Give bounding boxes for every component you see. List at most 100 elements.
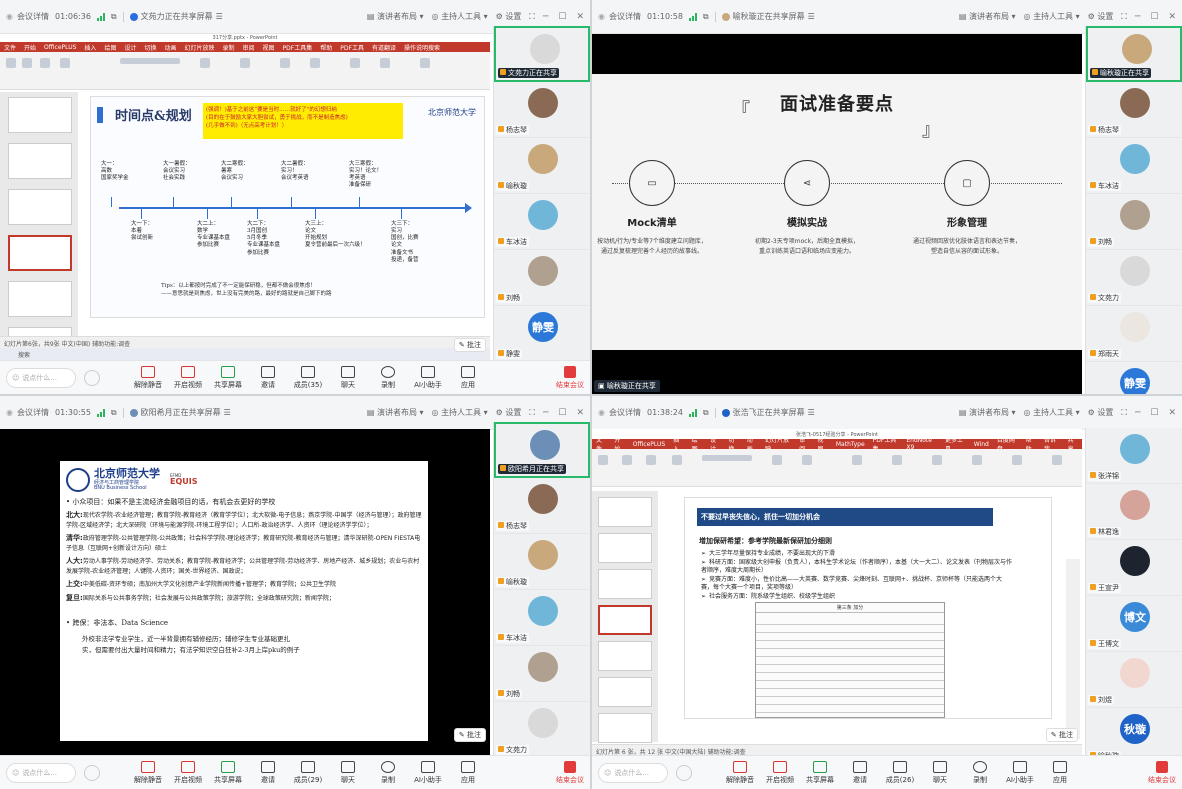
- share-link-icon[interactable]: ⧉: [703, 408, 709, 418]
- participant-tile[interactable]: 喻秋璇: [494, 534, 590, 590]
- slide-thumbnail[interactable]: [8, 281, 72, 317]
- invite-button[interactable]: 邀请: [840, 760, 880, 785]
- share-screen-button[interactable]: 共享屏幕: [800, 760, 840, 785]
- start-video-button[interactable]: 开启视频: [168, 365, 208, 390]
- share-link-icon[interactable]: ⧉: [111, 12, 117, 22]
- maximize-icon[interactable]: ☐: [1150, 408, 1158, 418]
- participant-tile[interactable]: 杨志琴: [1086, 82, 1182, 138]
- meeting-details[interactable]: ◉ 会议详情: [6, 407, 49, 418]
- participant-tile[interactable]: 王宣尹: [1086, 540, 1182, 596]
- participant-tile[interactable]: 车冰洁: [494, 590, 590, 646]
- participant-tile[interactable]: 车冰洁: [494, 194, 590, 250]
- share-link-icon[interactable]: ⧉: [111, 408, 117, 418]
- share-screen-button[interactable]: 共享屏幕: [208, 365, 248, 390]
- record-button[interactable]: 录制: [960, 760, 1000, 785]
- invite-button[interactable]: 邀请: [248, 760, 288, 785]
- settings-button[interactable]: ⚙ 设置: [496, 407, 522, 418]
- meeting-details[interactable]: ◉ 会议详情: [598, 11, 641, 22]
- ppt-menu-item[interactable]: 动画: [164, 43, 176, 52]
- fullscreen-icon[interactable]: ⛶: [529, 12, 535, 22]
- slide-thumbnail[interactable]: [598, 533, 652, 563]
- participant-tile[interactable]: 刘煜: [1086, 652, 1182, 708]
- ppt-menu-item[interactable]: 开始: [24, 43, 36, 52]
- close-icon[interactable]: ✕: [576, 12, 584, 22]
- slide-thumbnail[interactable]: [598, 497, 652, 527]
- minimize-icon[interactable]: ─: [1135, 12, 1140, 22]
- settings-button[interactable]: ⚙ 设置: [496, 11, 522, 22]
- host-tools-button[interactable]: ◎ 主持人工具 ▾: [1024, 11, 1080, 22]
- maximize-icon[interactable]: ☐: [558, 12, 566, 22]
- fullscreen-icon[interactable]: ⛶: [1121, 12, 1127, 22]
- maximize-icon[interactable]: ☐: [1150, 12, 1158, 22]
- close-icon[interactable]: ✕: [1168, 408, 1176, 418]
- participant-tile[interactable]: 文苑力正在共享: [494, 26, 590, 82]
- ppt-menu-item[interactable]: 幻灯片放映: [185, 43, 215, 52]
- start-video-button[interactable]: 开启视频: [168, 760, 208, 785]
- share-screen-button[interactable]: 共享屏幕: [208, 760, 248, 785]
- slide-thumbnail[interactable]: [8, 189, 72, 225]
- chat-quick-input[interactable]: ☺ 说点什么...: [6, 367, 76, 388]
- chat-quick-input[interactable]: ☺ 说点什么...: [598, 762, 668, 783]
- end-meeting-button[interactable]: 结束会议: [1148, 760, 1176, 785]
- meeting-details[interactable]: ◉ 会议详情: [6, 11, 49, 22]
- participant-tile[interactable]: 杨志琴: [494, 82, 590, 138]
- apps-button[interactable]: 应用: [1040, 760, 1080, 785]
- members-button[interactable]: 成员(35): [288, 365, 328, 390]
- participant-tile[interactable]: 静雯静雯: [1086, 362, 1182, 394]
- participant-tile[interactable]: 车冰洁: [1086, 138, 1182, 194]
- participant-tile[interactable]: 文苑力: [1086, 250, 1182, 306]
- ppt-menu-item[interactable]: 录制: [223, 43, 235, 52]
- members-button[interactable]: 成员(26): [880, 760, 920, 785]
- slide-thumbnail[interactable]: [8, 235, 72, 271]
- members-button[interactable]: 成员(29): [288, 760, 328, 785]
- slide-thumbnail[interactable]: [598, 677, 652, 707]
- ppt-menu-item[interactable]: PDF工具集: [283, 43, 313, 52]
- participant-tile[interactable]: 刘畅: [1086, 194, 1182, 250]
- ppt-menu-item[interactable]: 审阅: [243, 43, 255, 52]
- ppt-menu-item[interactable]: 有道翻译: [372, 43, 396, 52]
- chat-button[interactable]: 聊天: [328, 760, 368, 785]
- raise-hand-icon[interactable]: [676, 764, 692, 781]
- settings-button[interactable]: ⚙ 设置: [1088, 407, 1114, 418]
- maximize-icon[interactable]: ☐: [558, 408, 566, 418]
- fullscreen-icon[interactable]: ⛶: [529, 408, 535, 418]
- ppt-menu-item[interactable]: OfficePLUS: [633, 441, 665, 448]
- participant-tile[interactable]: 郑雨天: [1086, 306, 1182, 362]
- annotate-button[interactable]: ✎ 批注: [453, 338, 486, 352]
- ai-assistant-button[interactable]: AI小助手: [408, 760, 448, 785]
- share-link-icon[interactable]: ⧉: [703, 12, 709, 22]
- ppt-menu-item[interactable]: 绘图: [104, 43, 116, 52]
- taskbar-search[interactable]: 搜索: [18, 352, 30, 359]
- host-tools-button[interactable]: ◎ 主持人工具 ▾: [432, 11, 488, 22]
- chat-quick-input[interactable]: ☺ 说点什么...: [6, 762, 76, 783]
- unmute-button[interactable]: 解除静音: [720, 760, 760, 785]
- ppt-menu-item[interactable]: 文件: [4, 43, 16, 52]
- slide-thumbnail[interactable]: [598, 569, 652, 599]
- slide-thumbnail[interactable]: [8, 143, 72, 179]
- apps-button[interactable]: 应用: [448, 760, 488, 785]
- chat-button[interactable]: 聊天: [920, 760, 960, 785]
- raise-hand-icon[interactable]: [84, 764, 100, 781]
- raise-hand-icon[interactable]: [84, 369, 100, 386]
- presenter-layout-button[interactable]: ▤ 演讲者布局 ▾: [367, 407, 424, 418]
- close-icon[interactable]: ✕: [576, 408, 584, 418]
- ppt-menu-item[interactable]: Wind: [974, 441, 989, 448]
- ppt-menu-item[interactable]: 设计: [124, 43, 136, 52]
- presenter-layout-button[interactable]: ▤ 演讲者布局 ▾: [367, 11, 424, 22]
- presenter-layout-button[interactable]: ▤ 演讲者布局 ▾: [959, 11, 1016, 22]
- ppt-menu-item[interactable]: 切换: [144, 43, 156, 52]
- host-tools-button[interactable]: ◎ 主持人工具 ▾: [432, 407, 488, 418]
- slide-thumbnail[interactable]: [598, 713, 652, 743]
- ppt-menu-item[interactable]: 视图: [263, 43, 275, 52]
- close-icon[interactable]: ✕: [1168, 12, 1176, 22]
- presenter-layout-button[interactable]: ▤ 演讲者布局 ▾: [959, 407, 1016, 418]
- annotate-button[interactable]: ✎ 批注: [453, 728, 486, 742]
- record-button[interactable]: 录制: [368, 365, 408, 390]
- minimize-icon[interactable]: ─: [543, 408, 548, 418]
- settings-button[interactable]: ⚙ 设置: [1088, 11, 1114, 22]
- minimize-icon[interactable]: ─: [1135, 408, 1140, 418]
- start-video-button[interactable]: 开启视频: [760, 760, 800, 785]
- record-button[interactable]: 录制: [368, 760, 408, 785]
- ppt-menu-item[interactable]: MathType: [836, 441, 865, 448]
- minimize-icon[interactable]: ─: [543, 12, 548, 22]
